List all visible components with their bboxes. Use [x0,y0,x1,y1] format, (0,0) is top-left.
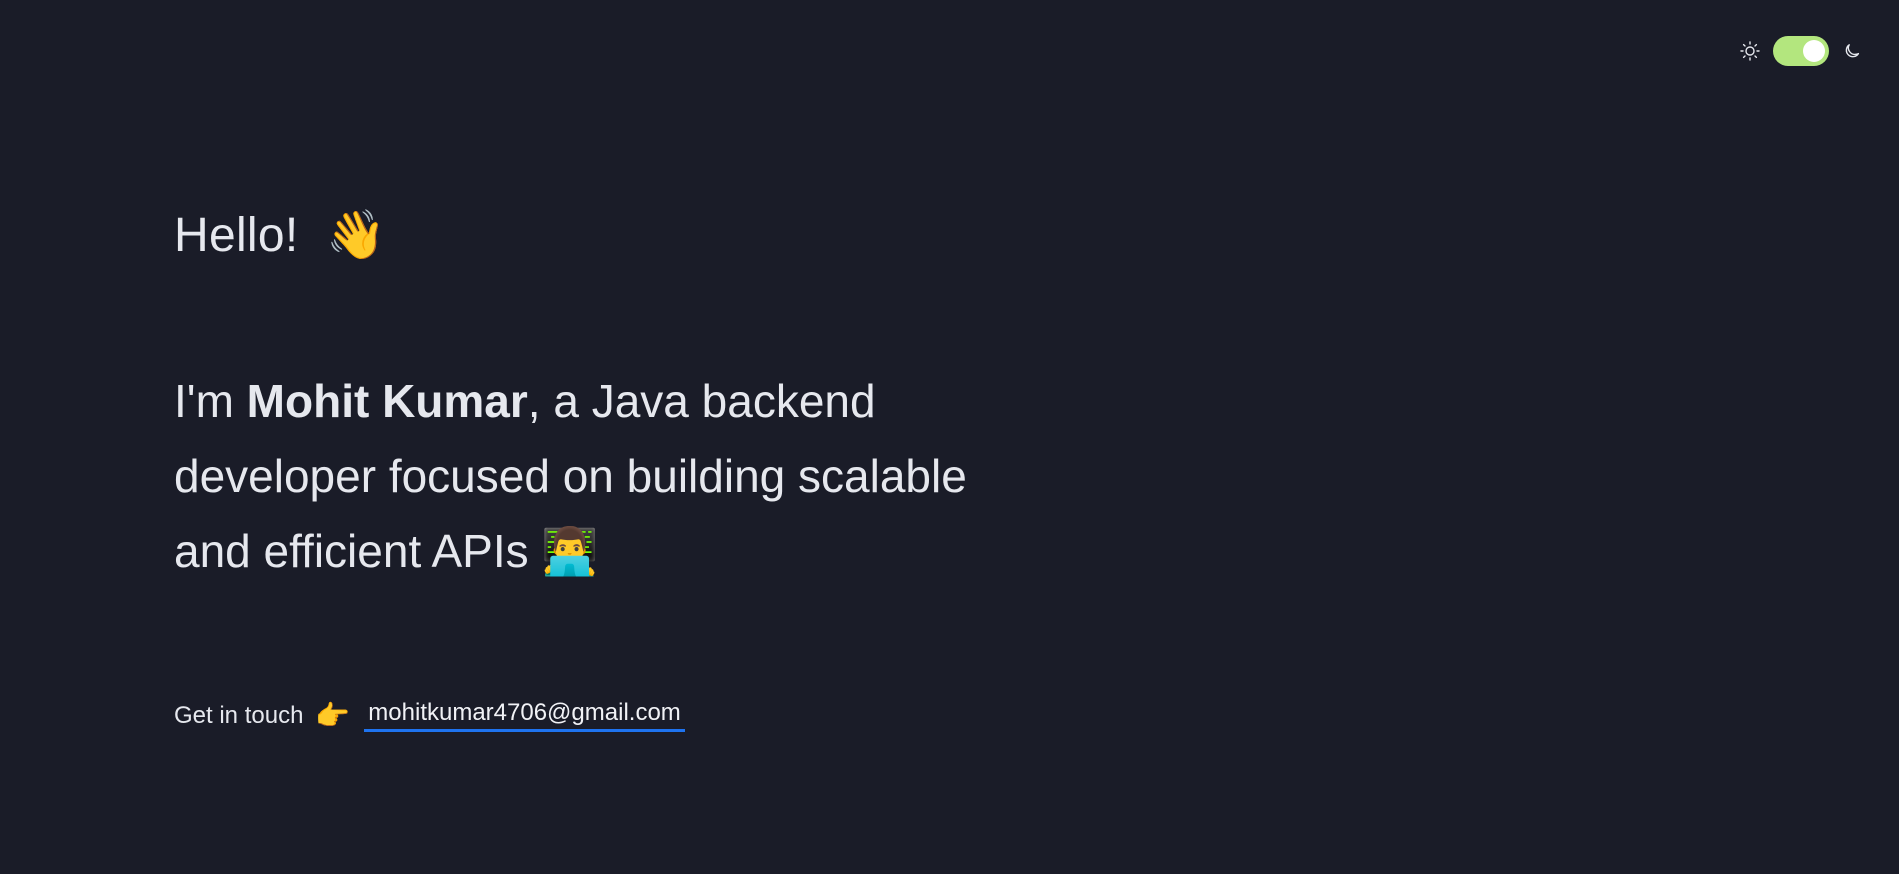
contact-row: Get in touch 👉 mohitkumar4706@gmail.com [174,699,1074,732]
intro-paragraph: I'm Mohit Kumar, a Java backend develope… [174,364,1054,589]
theme-switch-knob [1803,40,1825,62]
greeting-heading: Hello! 👋 [174,200,1074,272]
hero-section: Hello! 👋 I'm Mohit Kumar, a Java backend… [174,200,1074,732]
theme-toggle [1739,36,1863,66]
sun-icon[interactable] [1739,40,1761,62]
intro-prefix: I'm [174,375,247,427]
greeting-text: Hello! [174,209,299,262]
contact-label: Get in touch [174,701,304,729]
waving-hand-icon: 👋 [326,209,387,262]
technologist-icon: 👨‍💻 [541,525,599,577]
theme-switch[interactable] [1773,36,1829,66]
email-link[interactable]: mohitkumar4706@gmail.com [364,699,685,732]
page: Hello! 👋 I'm Mohit Kumar, a Java backend… [0,0,1899,874]
developer-name: Mohit Kumar [246,375,528,427]
pointing-hand-icon: 👉 [315,700,351,731]
moon-icon[interactable] [1841,40,1863,62]
